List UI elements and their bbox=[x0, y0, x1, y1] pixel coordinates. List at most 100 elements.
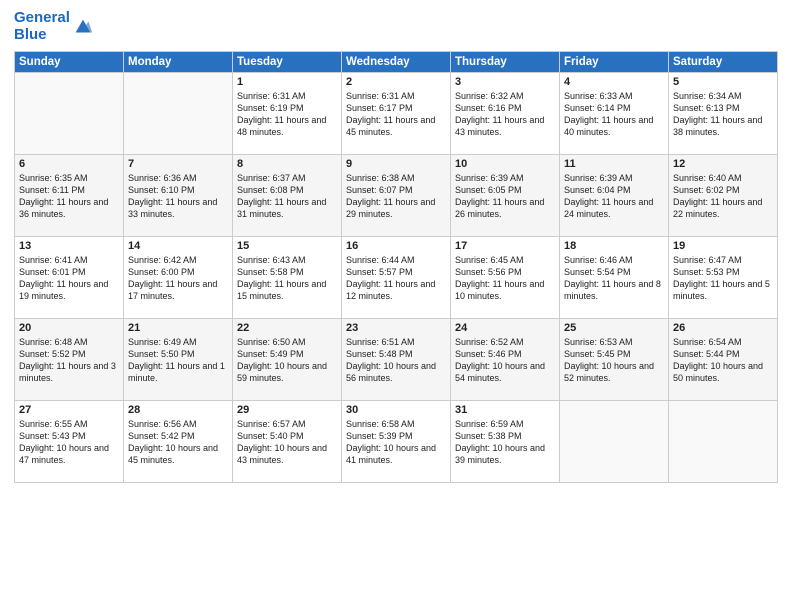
col-thursday: Thursday bbox=[451, 52, 560, 73]
day-number: 8 bbox=[237, 158, 337, 170]
cell-daylight-info: Sunrise: 6:43 AM Sunset: 5:58 PM Dayligh… bbox=[237, 254, 337, 303]
calendar-week-row: 6Sunrise: 6:35 AM Sunset: 6:11 PM Daylig… bbox=[15, 155, 778, 237]
cell-daylight-info: Sunrise: 6:56 AM Sunset: 5:42 PM Dayligh… bbox=[128, 418, 228, 467]
table-row: 11 Sunrise: 6:39 AM Sunset: 6:04 PM Dayli… bbox=[560, 155, 669, 237]
cell-daylight-info: Sunrise: 6:38 AM Sunset: 6:07 PM Dayligh… bbox=[346, 172, 446, 221]
day-number: 5 bbox=[673, 76, 773, 88]
logo-icon bbox=[72, 16, 94, 38]
cell-daylight-info: Sunrise: 6:45 AM Sunset: 5:56 PM Dayligh… bbox=[455, 254, 555, 303]
cell-daylight-info: Sunrise: 6:40 AM Sunset: 6:02 PM Dayligh… bbox=[673, 172, 773, 221]
table-row: 12 Sunrise: 6:40 AM Sunset: 6:02 PM Dayli… bbox=[669, 155, 778, 237]
day-number: 24 bbox=[455, 322, 555, 334]
table-row: 17 Sunrise: 6:45 AM Sunset: 5:56 PM Dayli… bbox=[451, 237, 560, 319]
calendar-week-row: 1Sunrise: 6:31 AM Sunset: 6:19 PM Daylig… bbox=[15, 73, 778, 155]
table-row: 15 Sunrise: 6:43 AM Sunset: 5:58 PM Dayli… bbox=[233, 237, 342, 319]
cell-daylight-info: Sunrise: 6:51 AM Sunset: 5:48 PM Dayligh… bbox=[346, 336, 446, 385]
cell-daylight-info: Sunrise: 6:35 AM Sunset: 6:11 PM Dayligh… bbox=[19, 172, 119, 221]
cell-daylight-info: Sunrise: 6:53 AM Sunset: 5:45 PM Dayligh… bbox=[564, 336, 664, 385]
table-row: 28 Sunrise: 6:56 AM Sunset: 5:42 PM Dayli… bbox=[124, 401, 233, 483]
table-row: 25 Sunrise: 6:53 AM Sunset: 5:45 PM Dayli… bbox=[560, 319, 669, 401]
day-number: 25 bbox=[564, 322, 664, 334]
table-row: 7 Sunrise: 6:36 AM Sunset: 6:10 PM Daylig… bbox=[124, 155, 233, 237]
day-number: 30 bbox=[346, 404, 446, 416]
day-number: 11 bbox=[564, 158, 664, 170]
cell-daylight-info: Sunrise: 6:36 AM Sunset: 6:10 PM Dayligh… bbox=[128, 172, 228, 221]
table-row: 2 Sunrise: 6:31 AM Sunset: 6:17 PM Daylig… bbox=[342, 73, 451, 155]
table-row bbox=[124, 73, 233, 155]
calendar-table: Sunday Monday Tuesday Wednesday Thursday… bbox=[14, 51, 778, 483]
calendar-week-row: 13 Sunrise: 6:41 AM Sunset: 6:01 PM Dayli… bbox=[15, 237, 778, 319]
day-number: 26 bbox=[673, 322, 773, 334]
cell-daylight-info: Sunrise: 6:50 AM Sunset: 5:49 PM Dayligh… bbox=[237, 336, 337, 385]
day-number: 28 bbox=[128, 404, 228, 416]
table-row: 6Sunrise: 6:35 AM Sunset: 6:11 PM Daylig… bbox=[15, 155, 124, 237]
header: General Blue bbox=[14, 10, 778, 43]
cell-daylight-info: Sunrise: 6:47 AM Sunset: 5:53 PM Dayligh… bbox=[673, 254, 773, 303]
table-row: 21 Sunrise: 6:49 AM Sunset: 5:50 PM Dayli… bbox=[124, 319, 233, 401]
calendar-week-row: 27 Sunrise: 6:55 AM Sunset: 5:43 PM Dayli… bbox=[15, 401, 778, 483]
day-number: 12 bbox=[673, 158, 773, 170]
table-row: 30 Sunrise: 6:58 AM Sunset: 5:39 PM Dayli… bbox=[342, 401, 451, 483]
table-row: 4Sunrise: 6:33 AM Sunset: 6:14 PM Daylig… bbox=[560, 73, 669, 155]
day-number: 13 bbox=[19, 240, 119, 252]
table-row: 23 Sunrise: 6:51 AM Sunset: 5:48 PM Dayli… bbox=[342, 319, 451, 401]
day-number: 29 bbox=[237, 404, 337, 416]
day-number: 31 bbox=[455, 404, 555, 416]
day-number: 16 bbox=[346, 240, 446, 252]
day-number: 17 bbox=[455, 240, 555, 252]
table-row: 5 Sunrise: 6:34 AM Sunset: 6:13 PM Daylig… bbox=[669, 73, 778, 155]
col-tuesday: Tuesday bbox=[233, 52, 342, 73]
day-number: 19 bbox=[673, 240, 773, 252]
table-row bbox=[15, 73, 124, 155]
table-row: 24Sunrise: 6:52 AM Sunset: 5:46 PM Dayli… bbox=[451, 319, 560, 401]
cell-daylight-info: Sunrise: 6:48 AM Sunset: 5:52 PM Dayligh… bbox=[19, 336, 119, 385]
calendar-week-row: 20 Sunrise: 6:48 AM Sunset: 5:52 PM Dayli… bbox=[15, 319, 778, 401]
day-number: 18 bbox=[564, 240, 664, 252]
logo-text2: Blue bbox=[14, 27, 70, 44]
day-number: 23 bbox=[346, 322, 446, 334]
cell-daylight-info: Sunrise: 6:49 AM Sunset: 5:50 PM Dayligh… bbox=[128, 336, 228, 385]
day-number: 27 bbox=[19, 404, 119, 416]
day-number: 2 bbox=[346, 76, 446, 88]
table-row: 14 Sunrise: 6:42 AM Sunset: 6:00 PM Dayli… bbox=[124, 237, 233, 319]
table-row: 18 Sunrise: 6:46 AM Sunset: 5:54 PM Dayli… bbox=[560, 237, 669, 319]
col-wednesday: Wednesday bbox=[342, 52, 451, 73]
cell-daylight-info: Sunrise: 6:34 AM Sunset: 6:13 PM Dayligh… bbox=[673, 90, 773, 139]
table-row: 10Sunrise: 6:39 AM Sunset: 6:05 PM Dayli… bbox=[451, 155, 560, 237]
table-row: 26 Sunrise: 6:54 AM Sunset: 5:44 PM Dayli… bbox=[669, 319, 778, 401]
day-number: 14 bbox=[128, 240, 228, 252]
day-number: 9 bbox=[346, 158, 446, 170]
day-number: 15 bbox=[237, 240, 337, 252]
cell-daylight-info: Sunrise: 6:44 AM Sunset: 5:57 PM Dayligh… bbox=[346, 254, 446, 303]
day-number: 3 bbox=[455, 76, 555, 88]
cell-daylight-info: Sunrise: 6:46 AM Sunset: 5:54 PM Dayligh… bbox=[564, 254, 664, 303]
cell-daylight-info: Sunrise: 6:42 AM Sunset: 6:00 PM Dayligh… bbox=[128, 254, 228, 303]
day-number: 1 bbox=[237, 76, 337, 88]
cell-daylight-info: Sunrise: 6:33 AM Sunset: 6:14 PM Dayligh… bbox=[564, 90, 664, 139]
table-row: 16 Sunrise: 6:44 AM Sunset: 5:57 PM Dayli… bbox=[342, 237, 451, 319]
cell-daylight-info: Sunrise: 6:39 AM Sunset: 6:04 PM Dayligh… bbox=[564, 172, 664, 221]
table-row: 8Sunrise: 6:37 AM Sunset: 6:08 PM Daylig… bbox=[233, 155, 342, 237]
table-row: 31Sunrise: 6:59 AM Sunset: 5:38 PM Dayli… bbox=[451, 401, 560, 483]
col-friday: Friday bbox=[560, 52, 669, 73]
cell-daylight-info: Sunrise: 6:31 AM Sunset: 6:17 PM Dayligh… bbox=[346, 90, 446, 139]
table-row: 20 Sunrise: 6:48 AM Sunset: 5:52 PM Dayli… bbox=[15, 319, 124, 401]
day-number: 22 bbox=[237, 322, 337, 334]
cell-daylight-info: Sunrise: 6:57 AM Sunset: 5:40 PM Dayligh… bbox=[237, 418, 337, 467]
table-row: 29 Sunrise: 6:57 AM Sunset: 5:40 PM Dayli… bbox=[233, 401, 342, 483]
day-number: 21 bbox=[128, 322, 228, 334]
cell-daylight-info: Sunrise: 6:58 AM Sunset: 5:39 PM Dayligh… bbox=[346, 418, 446, 467]
day-number: 7 bbox=[128, 158, 228, 170]
day-number: 20 bbox=[19, 322, 119, 334]
cell-daylight-info: Sunrise: 6:55 AM Sunset: 5:43 PM Dayligh… bbox=[19, 418, 119, 467]
day-number: 10 bbox=[455, 158, 555, 170]
table-row: 1Sunrise: 6:31 AM Sunset: 6:19 PM Daylig… bbox=[233, 73, 342, 155]
table-row: 19 Sunrise: 6:47 AM Sunset: 5:53 PM Dayli… bbox=[669, 237, 778, 319]
table-row: 27 Sunrise: 6:55 AM Sunset: 5:43 PM Dayli… bbox=[15, 401, 124, 483]
logo: General Blue bbox=[14, 10, 94, 43]
cell-daylight-info: Sunrise: 6:41 AM Sunset: 6:01 PM Dayligh… bbox=[19, 254, 119, 303]
cell-daylight-info: Sunrise: 6:54 AM Sunset: 5:44 PM Dayligh… bbox=[673, 336, 773, 385]
col-saturday: Saturday bbox=[669, 52, 778, 73]
table-row bbox=[560, 401, 669, 483]
cell-daylight-info: Sunrise: 6:32 AM Sunset: 6:16 PM Dayligh… bbox=[455, 90, 555, 139]
